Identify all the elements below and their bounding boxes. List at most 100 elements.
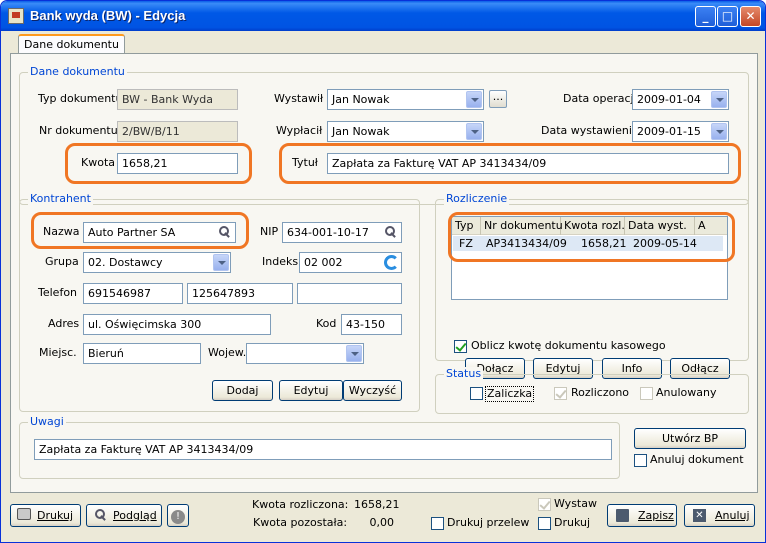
col-header-kwota[interactable]: Kwota rozl. [561,217,625,235]
grupa-value: 02. Dostawcy [88,256,163,269]
indeks-input[interactable]: 02 002 [299,252,402,273]
wyplacil-value: Jan Nowak [332,125,390,138]
search-icon[interactable] [219,226,231,238]
save-icon [616,509,629,522]
kontrahent-edytuj-button[interactable]: Edytuj [279,380,343,401]
info-circle-button[interactable]: ! [167,504,189,527]
col-header-data[interactable]: Data wyst. [625,217,695,235]
window-title: Bank wyda (BW) - Edycja [30,8,186,23]
data-operacji-label: Data operacji [563,92,637,105]
wojew-combo[interactable] [246,343,364,364]
indeks-label: Indeks [262,255,299,268]
grupa-label: Grupa [45,255,79,268]
data-operacji-combo[interactable]: 2009-01-04 [632,89,729,110]
wyplacil-combo[interactable]: Jan Nowak [327,121,484,142]
data-wystawienia-label: Data wystawienia [541,124,639,137]
telefon1-input[interactable]: 691546987 [83,283,183,304]
printer-icon [17,508,31,520]
document-data-title: Dane dokumentu [28,65,127,78]
chevron-down-icon[interactable] [213,254,229,271]
zaliczka-checkbox[interactable] [470,387,483,400]
nip-input[interactable]: 634-001-10-17 [282,222,402,243]
kod-label: Kod [316,317,337,330]
zapisz-button[interactable]: Zapisz [607,504,677,527]
drukuj-label: Drukuj [37,509,74,522]
data-operacji-value: 2009-01-04 [637,93,701,106]
cancel-icon: ✕ [693,509,706,522]
kwota-input[interactable]: 1658,21 [117,153,238,174]
kwota-rozliczona-value: 1658,21 [354,498,400,511]
cell-kwota: 1658,21 [581,237,627,250]
tab-panel: Dane dokumentu Typ dokumentu BW - Bank W… [10,53,758,493]
col-header-nr[interactable]: Nr dokumentu [481,217,563,235]
chevron-down-icon[interactable] [711,123,727,140]
adres-label: Adres [48,317,80,330]
nazwa-input[interactable]: Auto Partner SA [83,222,236,243]
rozliczenie-title: Rozliczenie [444,192,510,205]
uwagi-title: Uwagi [28,415,66,428]
podglad-button[interactable]: Podgląd [86,504,162,527]
telefon3-input[interactable] [297,283,402,304]
rozliczono-checkbox [554,387,567,400]
kontrahent-title: Kontrahent [28,192,93,205]
anuluj-dokument-label: Anuluj dokument [650,453,744,466]
table-row[interactable]: FZ AP3413434/09 1658,21 2009-05-14 [453,236,723,251]
wyczysc-button[interactable]: Wyczyść [343,380,402,401]
uwagi-input[interactable]: Zapłata za Fakturę VAT AP 3413434/09 [34,439,612,460]
grupa-combo[interactable]: 02. Dostawcy [83,252,231,273]
wojew-label: Wojew. [208,346,247,359]
anuluj-label: Anuluj [715,509,750,522]
wystaw-label: Wystaw [554,497,597,510]
chevron-down-icon[interactable] [711,91,727,108]
telefon2-input[interactable]: 125647893 [187,283,293,304]
dodaj-button[interactable]: Dodaj [212,380,273,401]
wyplacil-label: Wypłacił [276,124,323,137]
refresh-icon[interactable] [384,255,399,270]
app-icon [8,8,24,24]
zapisz-label: Zapisz [638,509,674,522]
indeks-value: 02 002 [304,256,343,269]
title-bar[interactable]: Bank wyda (BW) - Edycja _ □ ✕ [1,1,765,31]
nip-value: 634-001-10-17 [287,226,369,239]
adres-input[interactable]: ul. Oświęcimska 300 [83,314,271,335]
miejsc-label: Miejsc. [39,346,77,359]
rozliczenie-grid[interactable]: Typ Nr dokumentu Kwota rozl. Data wyst. … [451,216,728,300]
data-wystawienia-value: 2009-01-15 [637,125,701,138]
close-button[interactable]: ✕ [740,6,761,27]
chevron-down-icon[interactable] [466,123,482,140]
miejsc-input[interactable]: Bieruń [83,343,201,364]
tab-dane-dokumentu[interactable]: Dane dokumentu [18,34,125,54]
cell-typ: FZ [459,237,473,250]
drukuj-checkbox[interactable] [538,517,551,530]
col-header-a[interactable]: A [695,217,728,235]
minimize-button[interactable]: _ [695,6,716,27]
maximize-button[interactable]: □ [717,6,738,27]
kwota-pozostala-value: 0,00 [369,516,395,529]
anuluj-button[interactable]: ✕ Anuluj [684,504,755,527]
nazwa-label: Nazwa [43,225,80,238]
tytul-label: Tytuł [292,156,318,169]
wystaw-checkbox [538,498,551,511]
podglad-label: Podgląd [113,509,157,522]
oblicz-checkbox[interactable] [454,340,467,353]
data-wystawienia-combo[interactable]: 2009-01-15 [632,121,729,142]
wystawil-combo[interactable]: Jan Nowak [327,89,484,110]
nip-label: NIP [260,225,279,238]
cell-nr: AP3413434/09 [486,237,567,250]
drukuj-cb-label: Drukuj [554,516,591,529]
search-icon[interactable] [385,226,397,238]
app-window: Bank wyda (BW) - Edycja _ □ ✕ Dane dokum… [0,0,766,543]
col-header-typ[interactable]: Typ [452,217,481,235]
utworz-bp-button[interactable]: Utwórz BP [634,428,746,449]
chevron-down-icon[interactable] [346,345,362,362]
tytul-input[interactable]: Zapłata za Fakturę VAT AP 3413434/09 [327,153,729,174]
wystawil-ellipsis-button[interactable]: ... [489,90,507,108]
drukuj-button[interactable]: Drukuj [10,504,81,527]
anuluj-dokument-checkbox[interactable] [634,454,647,467]
rozliczono-label: Rozliczono [571,386,630,399]
chevron-down-icon[interactable] [466,91,482,108]
grid-header: Typ Nr dokumentu Kwota rozl. Data wyst. … [452,217,727,235]
drukuj-przelew-checkbox[interactable] [431,517,444,530]
kod-input[interactable]: 43-150 [341,314,402,335]
client-area: Dane dokumentu Dane dokumentu Typ dokume… [4,31,762,538]
